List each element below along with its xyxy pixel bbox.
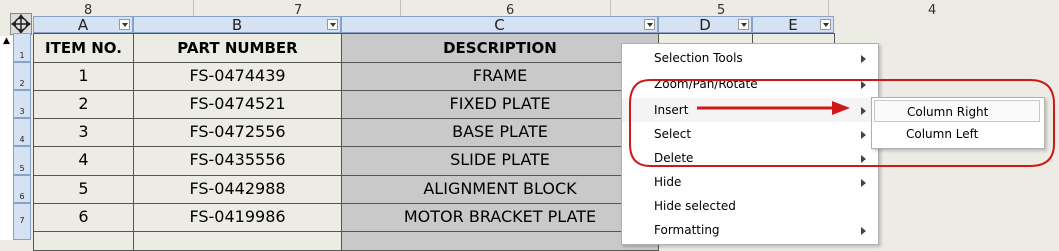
- menu-item-delete[interactable]: Delete: [622, 146, 878, 170]
- submenu-arrow-icon: [861, 155, 866, 163]
- menu-item-select[interactable]: Select: [622, 122, 878, 146]
- column-letter: B: [231, 16, 243, 34]
- header-part-number[interactable]: PART NUMBER: [133, 33, 342, 63]
- description-cell[interactable]: FIXED PLATE: [341, 90, 659, 119]
- item-no-cell[interactable]: 4: [33, 146, 134, 176]
- context-menu: Selection Tools Zoom/Pan/Rotate Insert S…: [621, 43, 879, 245]
- item-no-cell[interactable]: 1: [33, 62, 134, 91]
- description-cell[interactable]: FRAME: [341, 62, 659, 91]
- table-move-handle[interactable]: [10, 13, 32, 35]
- part-number-cell[interactable]: FS-0474439: [133, 62, 342, 91]
- part-number-cell[interactable]: FS-0435556: [133, 146, 342, 176]
- description-cell[interactable]: MOTOR BRACKET PLATE: [341, 203, 659, 232]
- column-letter: D: [699, 16, 711, 34]
- ruler-tick: [610, 0, 611, 16]
- menu-item-hide[interactable]: Hide: [622, 170, 878, 194]
- part-number-cell[interactable]: [133, 231, 342, 251]
- column-header-a[interactable]: A: [33, 16, 133, 33]
- dropdown-arrow-icon[interactable]: [119, 19, 130, 30]
- description-cell[interactable]: [341, 231, 659, 251]
- column-header-d[interactable]: D: [658, 16, 752, 33]
- dropdown-arrow-icon[interactable]: [738, 19, 749, 30]
- column-letter: A: [77, 16, 89, 34]
- description-cell[interactable]: SLIDE PLATE: [341, 146, 659, 176]
- menu-item-formatting[interactable]: Formatting: [622, 218, 878, 242]
- column-header-b[interactable]: B: [133, 16, 341, 33]
- ruler-zone-label: 4: [928, 3, 937, 18]
- column-header-e[interactable]: E: [752, 16, 834, 33]
- submenu-arrow-icon: [861, 55, 866, 63]
- table-left-edge: ▲: [0, 36, 14, 240]
- dropdown-arrow-icon[interactable]: [327, 19, 338, 30]
- header-description[interactable]: DESCRIPTION: [341, 33, 659, 63]
- insert-submenu: Column Right Column Left: [871, 97, 1045, 149]
- ruler-tick: [400, 0, 401, 16]
- menu-item-zoom-pan-rotate[interactable]: Zoom/Pan/Rotate: [622, 72, 878, 96]
- row-header[interactable]: 5: [13, 146, 31, 175]
- description-cell[interactable]: ALIGNMENT BLOCK: [341, 175, 659, 204]
- item-no-cell[interactable]: [33, 231, 134, 251]
- column-letter: C: [494, 16, 505, 34]
- submenu-arrow-icon: [861, 227, 866, 235]
- column-letter: E: [788, 16, 798, 34]
- row-header[interactable]: 6: [13, 175, 31, 203]
- submenu-item-column-left[interactable]: Column Left: [874, 123, 1040, 145]
- item-no-cell[interactable]: 6: [33, 203, 134, 232]
- move-arrows-icon: [11, 14, 31, 34]
- sheet-zone-ruler: 8 7 6 5 4: [0, 0, 1059, 18]
- item-no-cell[interactable]: 5: [33, 175, 134, 204]
- submenu-arrow-icon: [861, 131, 866, 139]
- menu-item-hide-selected[interactable]: Hide selected: [622, 194, 878, 218]
- item-no-cell[interactable]: 3: [33, 118, 134, 147]
- description-cell[interactable]: BASE PLATE: [341, 118, 659, 147]
- row-header[interactable]: 4: [13, 118, 31, 146]
- submenu-arrow-icon: [861, 107, 866, 115]
- row-header[interactable]: 7: [13, 203, 31, 240]
- submenu-arrow-icon: [861, 179, 866, 187]
- menu-item-insert[interactable]: Insert: [622, 98, 878, 122]
- part-number-cell[interactable]: FS-0472556: [133, 118, 342, 147]
- ruler-tick: [193, 0, 194, 16]
- submenu-arrow-icon: [861, 81, 866, 89]
- item-no-cell[interactable]: 2: [33, 90, 134, 119]
- row-header[interactable]: 2: [13, 62, 31, 90]
- part-number-cell[interactable]: FS-0419986: [133, 203, 342, 232]
- menu-item-selection-tools[interactable]: Selection Tools: [622, 46, 878, 70]
- dropdown-arrow-icon[interactable]: [644, 19, 655, 30]
- collapse-arrow-icon[interactable]: ▲: [3, 36, 10, 46]
- row-header[interactable]: 1: [13, 33, 31, 62]
- column-header-c[interactable]: C: [341, 16, 658, 33]
- dropdown-arrow-icon[interactable]: [820, 19, 831, 30]
- row-header[interactable]: 3: [13, 90, 31, 118]
- ruler-tick: [828, 0, 829, 16]
- part-number-cell[interactable]: FS-0474521: [133, 90, 342, 119]
- submenu-item-column-right[interactable]: Column Right: [874, 100, 1040, 122]
- header-item-no[interactable]: ITEM NO.: [33, 33, 134, 63]
- part-number-cell[interactable]: FS-0442988: [133, 175, 342, 204]
